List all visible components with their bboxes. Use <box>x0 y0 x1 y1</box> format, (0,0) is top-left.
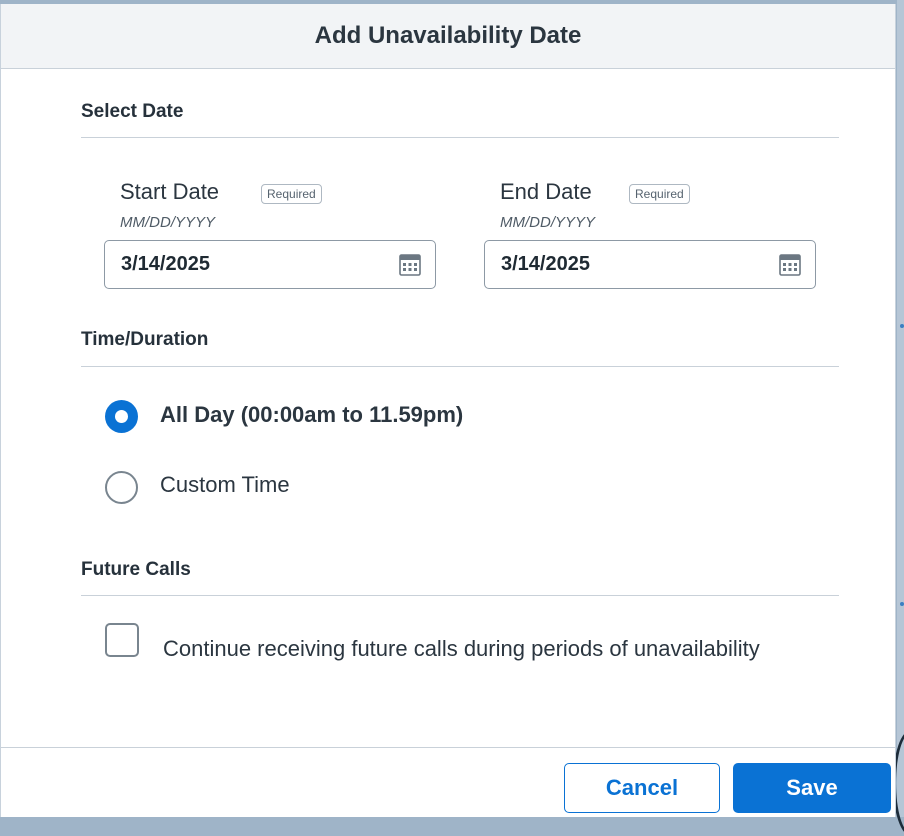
cancel-button[interactable]: Cancel <box>564 763 720 813</box>
all-day-radio-label[interactable]: All Day (00:00am to 11.59pm) <box>160 402 463 428</box>
end-date-input[interactable]: 3/14/2025 <box>484 240 816 289</box>
end-date-required-badge: Required <box>629 184 690 204</box>
dialog-title: Add Unavailability Date <box>314 22 582 49</box>
add-unavailability-dialog: Add Unavailability Date Select Date Star… <box>0 4 896 817</box>
start-date-required-badge: Required <box>261 184 322 204</box>
end-date-format-hint: MM/DD/YYYY <box>500 214 596 231</box>
section-title-future-calls: Future Calls <box>81 559 191 580</box>
backdrop-dot <box>900 324 904 328</box>
section-title-time-duration: Time/Duration <box>81 329 209 350</box>
custom-time-radio[interactable] <box>105 471 138 504</box>
start-date-input[interactable]: 3/14/2025 <box>104 240 436 289</box>
calendar-icon[interactable] <box>779 254 801 276</box>
dialog-header: Add Unavailability Date <box>1 4 895 69</box>
all-day-radio[interactable] <box>105 400 138 433</box>
start-date-value: 3/14/2025 <box>121 253 210 275</box>
future-calls-checkbox[interactable] <box>105 623 139 657</box>
calendar-icon[interactable] <box>399 254 421 276</box>
future-calls-checkbox-label[interactable]: Continue receiving future calls during p… <box>163 630 783 668</box>
backdrop-edge <box>897 0 904 817</box>
backdrop-dot <box>900 602 904 606</box>
save-button[interactable]: Save <box>733 763 891 813</box>
custom-time-radio-label[interactable]: Custom Time <box>160 472 290 498</box>
start-date-label: Start Date <box>120 179 220 204</box>
end-date-value: 3/14/2025 <box>501 253 590 275</box>
end-date-label: End Date <box>500 179 592 204</box>
section-title-select-date: Select Date <box>81 101 184 122</box>
start-date-format-hint: MM/DD/YYYY <box>120 214 216 231</box>
section-divider <box>81 366 839 367</box>
section-divider <box>81 595 839 596</box>
section-divider <box>81 137 839 138</box>
footer-divider <box>1 747 895 748</box>
